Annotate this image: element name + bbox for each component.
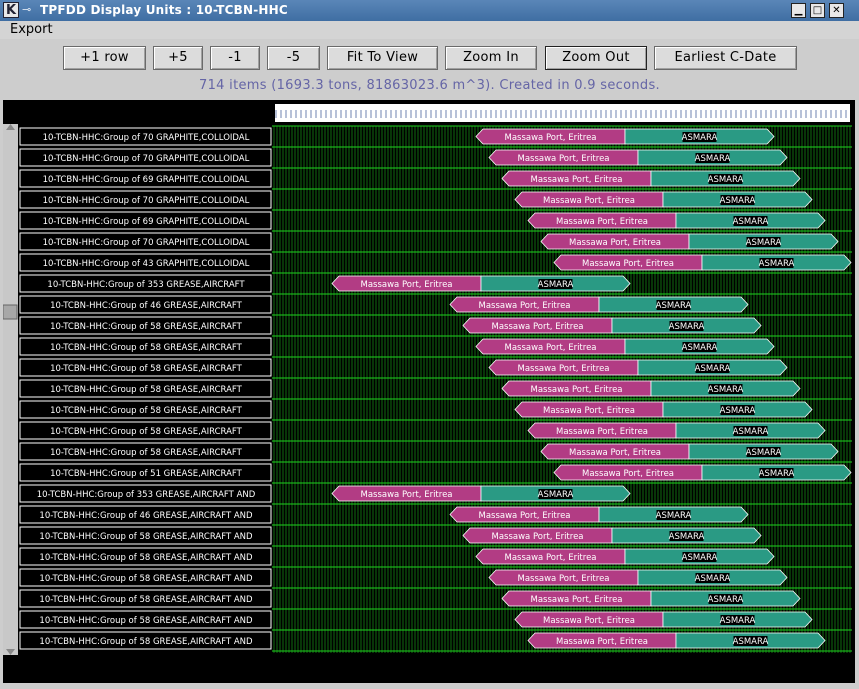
origin-label: Massawa Port, Eritrea <box>478 301 570 311</box>
destination-label: ASMARA <box>733 217 769 227</box>
destination-label: ASMARA <box>538 490 574 500</box>
row-label: 10-TCBN-HHC:Group of 58 GREASE,AIRCRAFT <box>50 427 243 437</box>
destination-label: ASMARA <box>669 322 705 332</box>
minimize-icon[interactable]: ▁ <box>791 3 806 18</box>
scrollbar-thumb[interactable] <box>3 304 18 320</box>
origin-label: Massawa Port, Eritrea <box>556 637 648 647</box>
row-label: 10-TCBN-HHC:Group of 69 GRAPHITE,COLLOID… <box>43 217 250 227</box>
row-label: 10-TCBN-HHC:Group of 58 GREASE,AIRCRAFT … <box>39 553 253 563</box>
row-label: 10-TCBN-HHC:Group of 353 GREASE,AIRCRAFT… <box>37 490 256 500</box>
origin-label: Massawa Port, Eritrea <box>582 259 674 269</box>
origin-label: Massawa Port, Eritrea <box>517 364 609 374</box>
destination-label: ASMARA <box>656 301 692 311</box>
row-label: 10-TCBN-HHC:Group of 58 GREASE,AIRCRAFT … <box>39 574 253 584</box>
destination-label: ASMARA <box>708 385 744 395</box>
row-label: 10-TCBN-HHC:Group of 43 GRAPHITE,COLLOID… <box>43 259 250 269</box>
row-label: 10-TCBN-HHC:Group of 58 GREASE,AIRCRAFT … <box>39 637 253 647</box>
zoom-in-button[interactable]: Zoom In <box>445 46 537 70</box>
origin-label: Massawa Port, Eritrea <box>569 448 661 458</box>
origin-label: Massawa Port, Eritrea <box>504 133 596 143</box>
destination-label: ASMARA <box>733 637 769 647</box>
row-label: 10-TCBN-HHC:Group of 58 GREASE,AIRCRAFT … <box>39 616 253 626</box>
origin-label: Massawa Port, Eritrea <box>569 238 661 248</box>
origin-label: Massawa Port, Eritrea <box>543 196 635 206</box>
row-label: 10-TCBN-HHC:Group of 58 GREASE,AIRCRAFT … <box>39 532 253 542</box>
origin-label: Massawa Port, Eritrea <box>556 217 648 227</box>
row-label: 10-TCBN-HHC:Group of 58 GREASE,AIRCRAFT <box>50 406 243 416</box>
destination-label: ASMARA <box>746 238 782 248</box>
window-title: TPFDD Display Units : 10-TCBN-HHC <box>40 3 288 17</box>
destination-label: ASMARA <box>682 343 718 353</box>
row-label: 10-TCBN-HHC:Group of 58 GREASE,AIRCRAFT <box>50 448 243 458</box>
row-label: 10-TCBN-HHC:Group of 70 GRAPHITE,COLLOID… <box>43 238 250 248</box>
destination-label: ASMARA <box>682 553 718 563</box>
row-label: 10-TCBN-HHC:Group of 58 GREASE,AIRCRAFT <box>50 343 243 353</box>
destination-label: ASMARA <box>733 427 769 437</box>
pin-icon[interactable]: ⊸ <box>22 3 31 16</box>
maximize-icon[interactable]: □ <box>810 3 825 18</box>
gantt-svg[interactable]: 10-TCBN-HHC:Group of 70 GRAPHITE,COLLOID… <box>3 100 855 683</box>
destination-label: ASMARA <box>720 196 756 206</box>
origin-label: Massawa Port, Eritrea <box>478 511 570 521</box>
vertical-scrollbar[interactable] <box>3 124 18 655</box>
minus-one-button[interactable]: -1 <box>210 46 260 70</box>
origin-label: Massawa Port, Eritrea <box>556 427 648 437</box>
kde-logo-icon[interactable]: K <box>3 2 19 18</box>
tpfdd-gantt-chart[interactable]: 10-TCBN-HHC:Group of 70 GRAPHITE,COLLOID… <box>3 100 855 683</box>
destination-label: ASMARA <box>695 574 731 584</box>
row-label: 10-TCBN-HHC:Group of 70 GRAPHITE,COLLOID… <box>43 196 250 206</box>
origin-label: Massawa Port, Eritrea <box>517 154 609 164</box>
destination-label: ASMARA <box>695 154 731 164</box>
origin-label: Massawa Port, Eritrea <box>543 406 635 416</box>
row-label: 10-TCBN-HHC:Group of 58 GREASE,AIRCRAFT <box>50 385 243 395</box>
row-label: 10-TCBN-HHC:Group of 70 GRAPHITE,COLLOID… <box>43 154 250 164</box>
destination-label: ASMARA <box>708 595 744 605</box>
close-icon[interactable]: ✕ <box>829 3 844 18</box>
zoom-out-button[interactable]: Zoom Out <box>545 46 647 70</box>
origin-label: Massawa Port, Eritrea <box>491 322 583 332</box>
row-label: 10-TCBN-HHC:Group of 69 GRAPHITE,COLLOID… <box>43 175 250 185</box>
row-label: 10-TCBN-HHC:Group of 51 GREASE,AIRCRAFT <box>50 469 243 479</box>
row-label: 10-TCBN-HHC:Group of 46 GREASE,AIRCRAFT … <box>39 511 253 521</box>
destination-label: ASMARA <box>759 259 795 269</box>
origin-label: Massawa Port, Eritrea <box>582 469 674 479</box>
status-text: 714 items (1693.3 tons, 81863023.6 m^3).… <box>199 78 660 93</box>
destination-label: ASMARA <box>538 280 574 290</box>
plus-five-button[interactable]: +5 <box>153 46 203 70</box>
origin-label: Massawa Port, Eritrea <box>360 490 452 500</box>
origin-label: Massawa Port, Eritrea <box>360 280 452 290</box>
menu-export[interactable]: Export <box>10 22 53 37</box>
destination-label: ASMARA <box>682 133 718 143</box>
earliest-cdate-button[interactable]: Earliest C-Date <box>654 46 797 70</box>
origin-label: Massawa Port, Eritrea <box>491 532 583 542</box>
origin-label: Massawa Port, Eritrea <box>517 574 609 584</box>
fit-to-view-button[interactable]: Fit To View <box>327 46 438 70</box>
row-label: 10-TCBN-HHC:Group of 58 GREASE,AIRCRAFT <box>50 322 243 332</box>
minus-five-button[interactable]: -5 <box>267 46 320 70</box>
row-label: 10-TCBN-HHC:Group of 46 GREASE,AIRCRAFT <box>50 301 243 311</box>
origin-label: Massawa Port, Eritrea <box>543 616 635 626</box>
origin-label: Massawa Port, Eritrea <box>504 343 596 353</box>
plus-one-row-button[interactable]: +1 row <box>63 46 146 70</box>
origin-label: Massawa Port, Eritrea <box>504 553 596 563</box>
row-label: 10-TCBN-HHC:Group of 353 GREASE,AIRCRAFT <box>47 280 245 290</box>
destination-label: ASMARA <box>759 469 795 479</box>
origin-label: Massawa Port, Eritrea <box>530 595 622 605</box>
destination-label: ASMARA <box>656 511 692 521</box>
destination-label: ASMARA <box>708 175 744 185</box>
destination-label: ASMARA <box>746 448 782 458</box>
destination-label: ASMARA <box>669 532 705 542</box>
row-label: 10-TCBN-HHC:Group of 58 GREASE,AIRCRAFT <box>50 364 243 374</box>
row-label: 10-TCBN-HHC:Group of 58 GREASE,AIRCRAFT … <box>39 595 253 605</box>
destination-label: ASMARA <box>695 364 731 374</box>
origin-label: Massawa Port, Eritrea <box>530 175 622 185</box>
row-label: 10-TCBN-HHC:Group of 70 GRAPHITE,COLLOID… <box>43 133 250 143</box>
origin-label: Massawa Port, Eritrea <box>530 385 622 395</box>
destination-label: ASMARA <box>720 406 756 416</box>
window-titlebar[interactable]: K ⊸ TPFDD Display Units : 10-TCBN-HHC ▁ … <box>0 0 859 21</box>
menu-bar: Export <box>0 21 859 39</box>
destination-label: ASMARA <box>720 616 756 626</box>
